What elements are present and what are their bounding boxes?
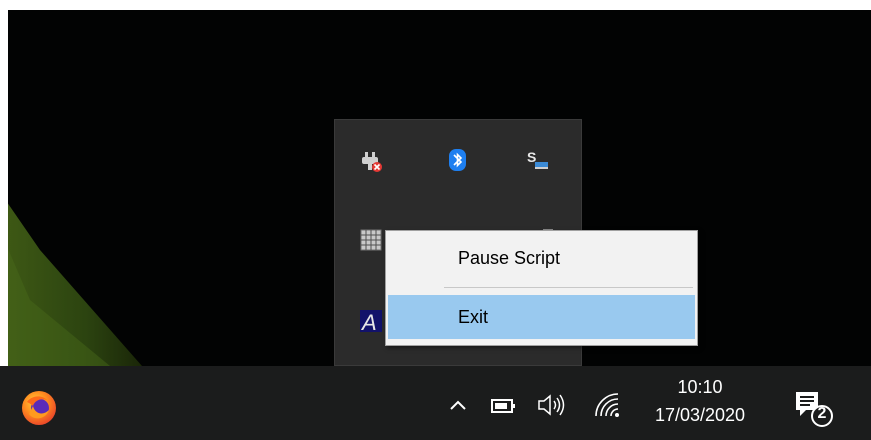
notification-count-badge: 2 <box>817 405 827 422</box>
svg-text:A: A <box>360 310 377 334</box>
menu-separator <box>444 287 693 288</box>
svg-text:S: S <box>527 149 536 165</box>
firefox-icon[interactable] <box>16 385 62 431</box>
bluetooth-icon[interactable] <box>444 146 472 174</box>
speaker-icon[interactable] <box>534 390 568 420</box>
clock-date: 17/03/2020 <box>654 405 746 425</box>
calculator-grid-icon[interactable] <box>357 226 385 254</box>
action-center-icon <box>796 392 833 427</box>
battery-icon[interactable] <box>489 394 519 418</box>
menu-item-pause-script[interactable]: Pause Script <box>388 236 695 280</box>
screen: S A Pause Script Exit 10:10 17/03/2020 2 <box>0 0 871 440</box>
power-plug-error-icon[interactable] <box>357 146 385 174</box>
taskbar-clock[interactable]: 10:10 17/03/2020 <box>634 371 766 437</box>
tray-context-menu: Pause Script Exit <box>385 230 698 346</box>
chevron-up-icon[interactable] <box>445 392 471 418</box>
clock-time: 10:10 <box>677 377 723 397</box>
autohotkey-a-icon[interactable]: A <box>357 306 385 334</box>
synology-s-icon[interactable]: S <box>523 146 551 174</box>
wifi-icon[interactable] <box>590 388 624 422</box>
action-center-button[interactable]: 2 <box>788 386 836 432</box>
menu-item-exit[interactable]: Exit <box>388 295 695 339</box>
